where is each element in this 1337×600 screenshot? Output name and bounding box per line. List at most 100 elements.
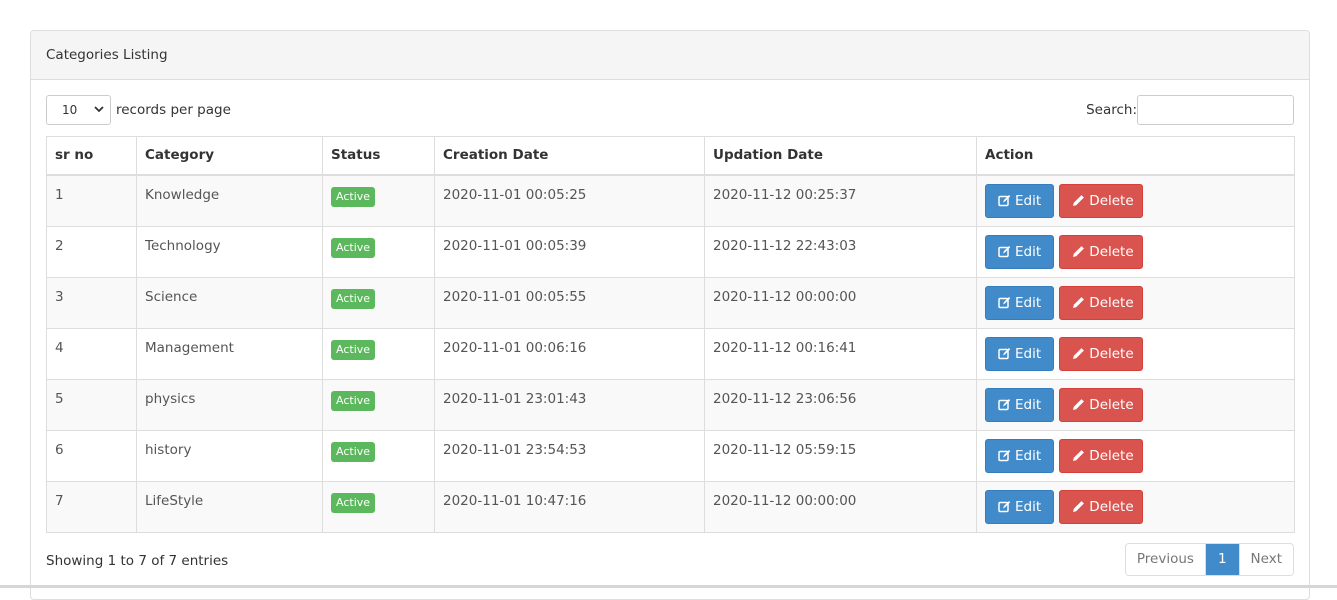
sr-no: 3: [55, 288, 64, 305]
pencil-icon: [1072, 398, 1085, 411]
categories-panel: Categories Listing 10 records per page S…: [30, 30, 1310, 600]
edit-label: Edit: [1015, 294, 1042, 311]
delete-label: Delete: [1089, 498, 1134, 515]
delete-button[interactable]: Delete: [1059, 183, 1144, 218]
pencil-icon: [1072, 296, 1085, 309]
status-badge: Active: [331, 492, 376, 513]
cell-category: LifeStyle: [136, 480, 323, 533]
cell-updation-date: 2020-11-12 00:00:00: [704, 480, 977, 533]
search-box: Search:: [1086, 95, 1294, 125]
cell-updation-date: 2020-11-12 05:59:15: [704, 429, 977, 482]
delete-button[interactable]: Delete: [1059, 387, 1144, 422]
edit-icon: [998, 296, 1011, 309]
chevron-down-icon: [94, 105, 104, 116]
panel-title: Categories Listing: [31, 31, 1309, 80]
edit-button[interactable]: Edit: [985, 285, 1054, 320]
column-header-action: Action: [976, 136, 1295, 176]
edit-label: Edit: [1015, 243, 1042, 260]
edit-icon: [998, 245, 1011, 258]
updation-date: 2020-11-12 05:59:15: [713, 441, 857, 458]
column-header-updation-date[interactable]: Updation Date: [704, 136, 977, 176]
updation-date: 2020-11-12 00:00:00: [713, 492, 857, 509]
cell-sr-no: 7: [46, 480, 137, 533]
creation-date: 2020-11-01 00:05:39: [443, 237, 587, 254]
cell-sr-no: 6: [46, 429, 137, 482]
edit-button[interactable]: Edit: [985, 489, 1054, 524]
cell-status: Active: [322, 225, 435, 278]
column-header-status[interactable]: Status: [322, 136, 435, 176]
sr-no: 1: [55, 186, 64, 203]
search-input[interactable]: [1137, 95, 1294, 125]
delete-button[interactable]: Delete: [1059, 234, 1144, 269]
cell-category: Knowledge: [136, 174, 323, 227]
edit-label: Edit: [1015, 396, 1042, 413]
cell-action: Edit Delete: [976, 225, 1295, 278]
cell-sr-no: 4: [46, 327, 137, 380]
delete-label: Delete: [1089, 243, 1134, 260]
edit-icon: [998, 398, 1011, 411]
delete-button[interactable]: Delete: [1059, 438, 1144, 473]
delete-button[interactable]: Delete: [1059, 336, 1144, 371]
cell-creation-date: 2020-11-01 23:01:43: [434, 378, 705, 431]
cell-updation-date: 2020-11-12 00:25:37: [704, 174, 977, 227]
column-header-creation-date[interactable]: Creation Date: [434, 136, 705, 176]
cell-creation-date: 2020-11-01 00:05:25: [434, 174, 705, 227]
delete-label: Delete: [1089, 447, 1134, 464]
pencil-icon: [1072, 245, 1085, 258]
table-header-row: sr no Category Status Creation Date Upda…: [46, 136, 1295, 176]
table-footer: Showing 1 to 7 of 7 entries Previous 1 N…: [46, 533, 1294, 593]
creation-date: 2020-11-01 00:06:16: [443, 339, 587, 356]
cell-updation-date: 2020-11-12 00:16:41: [704, 327, 977, 380]
status-badge: Active: [331, 441, 376, 462]
delete-button[interactable]: Delete: [1059, 285, 1144, 320]
delete-label: Delete: [1089, 396, 1134, 413]
edit-button[interactable]: Edit: [985, 336, 1054, 371]
category-name: Knowledge: [145, 186, 220, 203]
pagination-previous[interactable]: Previous: [1125, 543, 1206, 575]
pagination-next[interactable]: Next: [1238, 543, 1293, 575]
cell-action: Edit Delete: [976, 276, 1295, 329]
cell-category: history: [136, 429, 323, 482]
category-name: Management: [145, 339, 234, 356]
edit-button[interactable]: Edit: [985, 438, 1054, 473]
delete-label: Delete: [1089, 192, 1134, 209]
creation-date: 2020-11-01 10:47:16: [443, 492, 587, 509]
sr-no: 6: [55, 441, 64, 458]
cell-action: Edit Delete: [976, 327, 1295, 380]
edit-icon: [998, 347, 1011, 360]
edit-button[interactable]: Edit: [985, 234, 1054, 269]
updation-date: 2020-11-12 00:16:41: [713, 339, 857, 356]
cell-updation-date: 2020-11-12 22:43:03: [704, 225, 977, 278]
status-badge: Active: [331, 237, 376, 258]
search-label: Search:: [1086, 102, 1137, 118]
updation-date: 2020-11-12 22:43:03: [713, 237, 857, 254]
records-per-page-select[interactable]: 10: [46, 95, 111, 125]
table-row: 2 Technology Active 2020-11-01 00:05:39 …: [46, 225, 1295, 278]
cell-creation-date: 2020-11-01 00:05:39: [434, 225, 705, 278]
pagination-page-1[interactable]: 1: [1205, 543, 1239, 575]
edit-button[interactable]: Edit: [985, 183, 1054, 218]
cell-sr-no: 3: [46, 276, 137, 329]
delete-label: Delete: [1089, 294, 1134, 311]
column-header-sr-no[interactable]: sr no: [46, 136, 137, 176]
pagination: Previous 1 Next: [1124, 542, 1294, 576]
records-per-page: 10 records per page: [46, 95, 231, 125]
table-row: 5 physics Active 2020-11-01 23:01:43 202…: [46, 378, 1295, 431]
cell-status: Active: [322, 276, 435, 329]
cell-creation-date: 2020-11-01 10:47:16: [434, 480, 705, 533]
updation-date: 2020-11-12 00:00:00: [713, 288, 857, 305]
cell-sr-no: 5: [46, 378, 137, 431]
delete-button[interactable]: Delete: [1059, 489, 1144, 524]
sr-no: 5: [55, 390, 64, 407]
column-header-category[interactable]: Category: [136, 136, 323, 176]
cell-status: Active: [322, 429, 435, 482]
edit-icon: [998, 449, 1011, 462]
edit-label: Edit: [1015, 192, 1042, 209]
cell-category: Management: [136, 327, 323, 380]
pencil-icon: [1072, 449, 1085, 462]
creation-date: 2020-11-01 00:05:55: [443, 288, 587, 305]
edit-button[interactable]: Edit: [985, 387, 1054, 422]
status-badge: Active: [331, 339, 376, 360]
edit-label: Edit: [1015, 447, 1042, 464]
cell-sr-no: 2: [46, 225, 137, 278]
